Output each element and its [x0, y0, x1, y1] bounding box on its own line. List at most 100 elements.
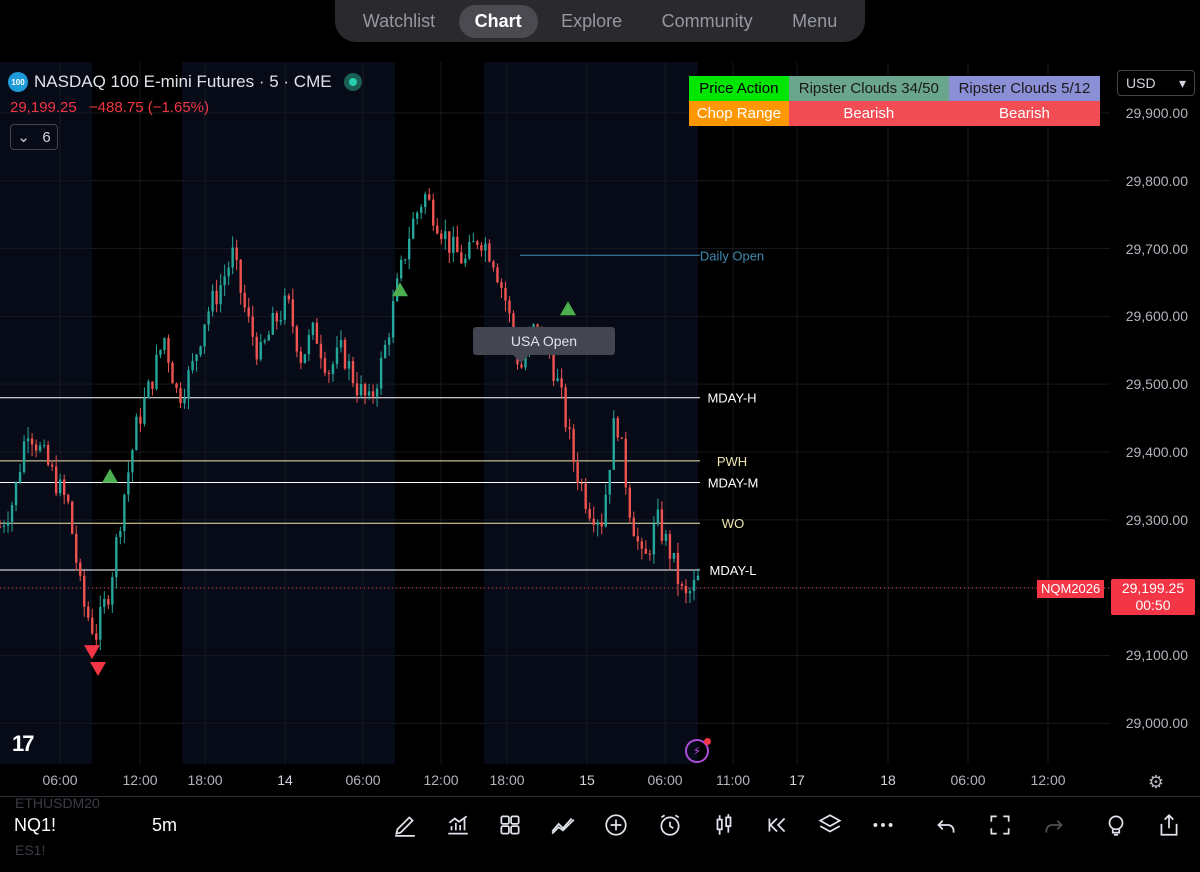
flash-icon[interactable]: ⚡	[685, 738, 711, 763]
candle-body	[255, 336, 258, 360]
pencil-icon[interactable]	[390, 810, 420, 840]
candle-body	[54, 466, 58, 494]
symbol-legend[interactable]: 100 NASDAQ 100 E-mini Futures · 5 · CME	[8, 72, 362, 92]
indicators-icon[interactable]	[443, 810, 473, 840]
watchlist-ghost-symbol[interactable]: ES1!	[15, 842, 45, 858]
candle-body	[448, 231, 451, 253]
ideas-icon[interactable]	[1101, 810, 1131, 840]
indicators-toggle-button[interactable]: ⌄ 6	[10, 124, 58, 150]
time-tick-label: 12:00	[1030, 772, 1066, 788]
candle-body	[652, 523, 656, 555]
candle-body	[38, 445, 42, 451]
candle-body	[464, 258, 467, 264]
candle-body	[75, 533, 78, 563]
candle-body	[496, 267, 499, 283]
candle-body	[636, 536, 640, 542]
candle-body	[243, 292, 246, 308]
symbol-search-button[interactable]: NQ1!	[14, 815, 56, 836]
candle-body	[299, 351, 303, 363]
level-label: PWH	[717, 454, 747, 469]
tab-chart[interactable]: Chart	[458, 4, 538, 38]
candle-body	[584, 483, 587, 509]
candle-body	[468, 241, 471, 259]
tab-community[interactable]: Community	[646, 5, 769, 38]
candle-body	[271, 313, 274, 335]
redo-icon[interactable]	[1039, 810, 1069, 840]
price-tick-label: 29,900.00	[1125, 104, 1188, 121]
candle-body	[648, 553, 652, 555]
candle-body	[696, 575, 700, 581]
candle-body	[399, 259, 403, 279]
interval-button[interactable]: 5m	[152, 815, 177, 836]
layers-icon[interactable]	[815, 810, 845, 840]
candle-body	[552, 351, 555, 381]
time-tick-label: 18:00	[187, 772, 223, 788]
candle-body	[355, 383, 359, 396]
price-chart[interactable]: Daily Open MDAY-H PWH MDAY-M WO MDAY-L	[0, 62, 1110, 764]
candle-body	[163, 338, 166, 350]
candle-body	[632, 517, 636, 537]
candle-body	[684, 585, 688, 594]
candle-body	[387, 337, 391, 345]
candle-body	[363, 384, 367, 396]
time-tick-label: 17	[789, 772, 805, 788]
candle-body	[407, 238, 411, 260]
candle-body	[460, 252, 463, 264]
grid-icon[interactable]	[495, 810, 525, 840]
candle-body	[195, 354, 198, 361]
candle-body	[572, 428, 575, 463]
candle-body	[367, 391, 371, 396]
chart-pane[interactable]: Daily Open MDAY-H PWH MDAY-M WO MDAY-L	[0, 62, 1110, 764]
candle-body	[656, 509, 660, 524]
candle-body	[155, 354, 158, 389]
candle-body	[628, 487, 632, 518]
candle-body	[107, 598, 110, 605]
candle-body	[692, 580, 696, 592]
candle-body	[71, 501, 74, 534]
last-price: 29,199.25	[10, 99, 77, 116]
time-tick-label: 18	[880, 772, 896, 788]
candle-body	[50, 464, 54, 467]
candle-body	[383, 344, 387, 358]
price-axis[interactable]: 29,000.0029,100.0029,200.0029,300.0029,4…	[1110, 62, 1200, 764]
tab-watchlist[interactable]: Watchlist	[347, 5, 451, 38]
market-open-icon	[343, 73, 362, 91]
candle-body	[484, 243, 487, 251]
settings-icon[interactable]: ⚙	[1145, 771, 1167, 793]
more-icon[interactable]	[868, 810, 898, 840]
currency-select[interactable]: USD ▾	[1117, 70, 1195, 96]
time-tick-label: 06:00	[345, 772, 381, 788]
watchlist-ghost-symbol[interactable]: ETHUSDM20	[15, 795, 100, 811]
candle-body	[680, 584, 684, 586]
candles-icon[interactable]	[709, 810, 739, 840]
candle-body	[379, 357, 383, 389]
table-cell: Chop Range	[689, 101, 789, 126]
tab-explore[interactable]: Explore	[545, 5, 638, 38]
tradingview-logo-icon[interactable]: 17	[12, 731, 35, 757]
candle-body	[620, 437, 623, 439]
alarm-icon[interactable]	[655, 810, 685, 840]
candle-body	[211, 290, 214, 312]
share-icon[interactable]	[1154, 810, 1184, 840]
replay-icon[interactable]	[762, 810, 792, 840]
fullscreen-icon[interactable]	[985, 810, 1015, 840]
candle-body	[660, 509, 664, 541]
symbol-logo-icon: 100	[8, 72, 28, 92]
undo-icon[interactable]	[931, 810, 961, 840]
candle-body	[323, 358, 327, 373]
sell-signal-marker	[90, 662, 106, 677]
strategy-icon[interactable]	[548, 810, 578, 840]
candle-body	[215, 290, 218, 305]
time-axis[interactable]: 06:00 12:00 18:00 14 06:00 12:00 18:00 15 06:00 1…	[0, 764, 1200, 796]
chevron-down-icon: ⌄	[17, 129, 30, 146]
candle-body	[30, 438, 34, 445]
candle-body	[604, 494, 607, 527]
tab-menu[interactable]: Menu	[776, 5, 853, 38]
candle-body	[235, 247, 238, 260]
candle-body	[219, 285, 222, 305]
candle-body	[42, 444, 46, 446]
top-nav: Watchlist Chart Explore Community Menu	[335, 0, 865, 42]
candle-body	[26, 438, 30, 442]
price-tick-label: 29,600.00	[1125, 308, 1188, 325]
add-icon[interactable]	[601, 810, 631, 840]
